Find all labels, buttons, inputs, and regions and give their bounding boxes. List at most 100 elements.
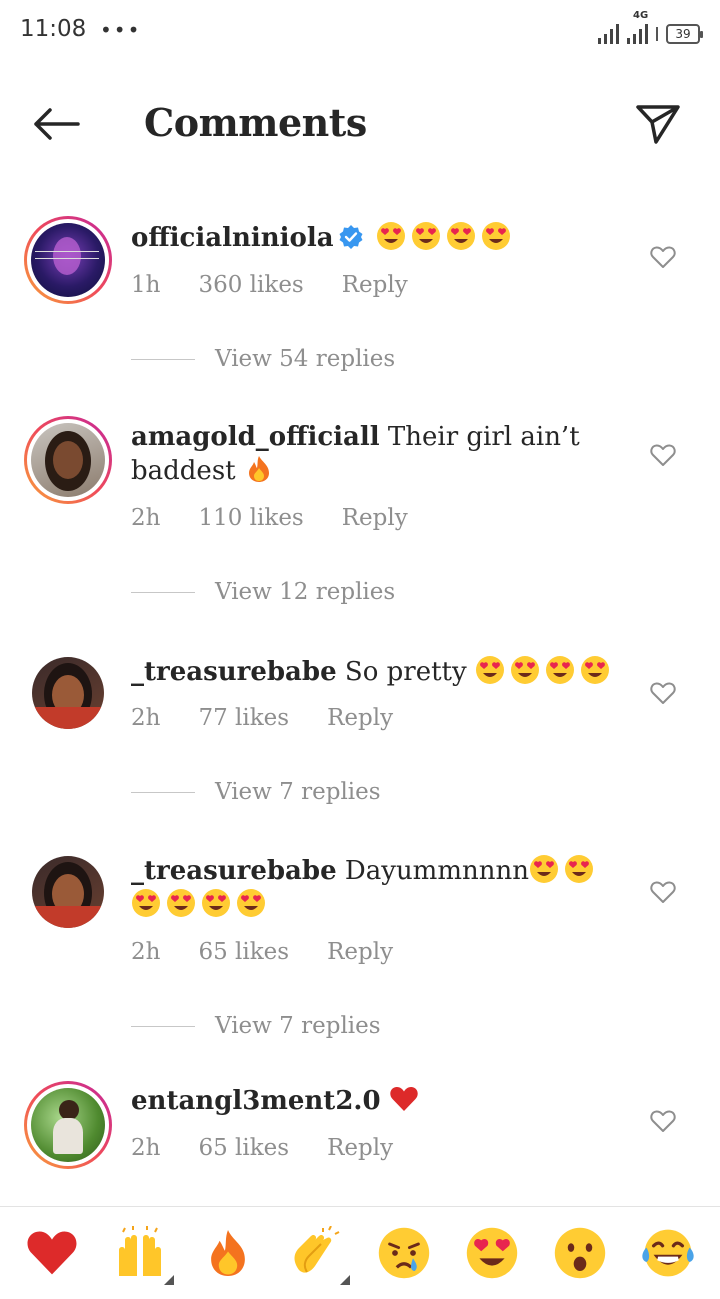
comment-username[interactable]: _treasurebabe: [131, 856, 337, 886]
comment-time: 1h: [131, 272, 161, 298]
network-type: 4G: [633, 10, 649, 21]
share-button[interactable]: [632, 98, 684, 150]
divider-line: [131, 358, 195, 360]
avatar-image: [31, 423, 105, 497]
battery-icon: 39: [666, 24, 703, 44]
comment-username[interactable]: _treasurebabe: [131, 657, 337, 687]
avatar[interactable]: [24, 1081, 112, 1169]
comment-message: [381, 1086, 389, 1116]
heart-eyes-emoji-icon: [475, 656, 504, 684]
fire-emoji-icon: [248, 456, 269, 482]
comment-meta: 1h 360 likes Reply: [131, 272, 446, 298]
view-replies-label: View 54 replies: [215, 346, 396, 372]
view-replies-button[interactable]: View 54 replies: [131, 346, 395, 372]
status-icons: 4G 39: [598, 10, 703, 44]
long-press-indicator: [340, 1275, 350, 1285]
divider-line: [131, 1025, 195, 1027]
reaction-tears-of-joy-button[interactable]: [636, 1221, 700, 1285]
avatar[interactable]: [32, 856, 104, 928]
comment-text: _treasurebabe Dayummnnnn: [131, 854, 621, 922]
like-button[interactable]: [648, 678, 678, 708]
avatar[interactable]: [24, 416, 112, 504]
reply-button[interactable]: Reply: [327, 1135, 393, 1161]
tears-of-joy-face-icon: [642, 1229, 694, 1277]
view-replies-label: View 7 replies: [215, 779, 381, 805]
like-button[interactable]: [648, 877, 678, 907]
reaction-crying-face-button[interactable]: [372, 1221, 436, 1285]
heart-eyes-emoji-icon: [202, 889, 230, 917]
heart-eyes-emoji-icon: [132, 889, 160, 917]
fire-icon: [211, 1230, 245, 1276]
like-button[interactable]: [648, 242, 678, 272]
verified-badge-icon: [339, 225, 363, 249]
reaction-red-heart-button[interactable]: [20, 1221, 84, 1285]
back-button[interactable]: [28, 98, 84, 150]
signal-4g-icon: 4G: [627, 10, 648, 44]
reaction-fire-button[interactable]: [196, 1221, 260, 1285]
arrow-left-icon: [34, 108, 80, 140]
view-replies-button[interactable]: View 7 replies: [131, 1013, 381, 1039]
view-replies-label: View 12 replies: [215, 579, 396, 605]
heart-eyes-emoji-icon: [411, 222, 440, 250]
heart-eyes-emoji-icon: [580, 656, 609, 684]
comment-username[interactable]: amagold_officiall: [131, 422, 380, 452]
avatar-image: [31, 223, 105, 297]
view-replies-button[interactable]: View 7 replies: [131, 779, 381, 805]
page-title: Comments: [144, 100, 367, 145]
comment-username[interactable]: officialniniola: [131, 223, 334, 253]
red-heart-emoji-icon: [390, 1086, 418, 1111]
like-button[interactable]: [648, 440, 678, 470]
reply-button[interactable]: Reply: [327, 939, 393, 965]
status-bar: 11:08 ••• 4G 39: [0, 0, 720, 64]
reply-button[interactable]: Reply: [327, 705, 393, 731]
comment-item: amagold_officiall Their girl ain’t badde…: [0, 416, 720, 646]
comment-likes[interactable]: 360 likes: [198, 272, 303, 298]
heart-eyes-emoji-icon: [545, 656, 574, 684]
heart-eyes-emoji-icon: [237, 889, 265, 917]
like-button[interactable]: [648, 1106, 678, 1136]
reaction-surprised-face-button[interactable]: [548, 1221, 612, 1285]
comment-time: 2h: [131, 505, 161, 531]
paper-plane-icon: [636, 105, 680, 144]
comment-meta: 2h 110 likes Reply: [131, 505, 446, 531]
heart-eyes-emoji-icon: [376, 222, 405, 250]
comment-likes[interactable]: 77 likes: [198, 705, 289, 731]
signal-icon: [598, 20, 619, 44]
comment-text: _treasurebabe So pretty: [131, 655, 621, 689]
avatar[interactable]: [24, 216, 112, 304]
comment-likes[interactable]: 65 likes: [198, 1135, 289, 1161]
heart-eyes-emoji-icon: [564, 855, 593, 883]
comment-time: 2h: [131, 939, 161, 965]
comment-username[interactable]: entangl3ment2.0: [131, 1086, 381, 1116]
crying-face-icon: [378, 1227, 430, 1279]
red-heart-icon: [27, 1231, 77, 1275]
comment-item: _treasurebabe So pretty 2h 77 likes Repl…: [0, 654, 720, 854]
reply-button[interactable]: Reply: [342, 505, 408, 531]
reaction-clapping-hands-button[interactable]: [284, 1221, 350, 1285]
status-time: 11:08: [20, 16, 87, 42]
view-replies-label: View 7 replies: [215, 1013, 381, 1039]
heart-outline-icon: [650, 246, 676, 268]
avatar[interactable]: [32, 657, 104, 729]
raising-hands-icon: [119, 1226, 161, 1276]
battery-level: 39: [675, 27, 691, 41]
comment-likes[interactable]: 110 likes: [198, 505, 303, 531]
comment-likes[interactable]: 65 likes: [198, 939, 289, 965]
clapping-hands-icon: [294, 1226, 340, 1273]
comment-meta: 2h 65 likes Reply: [131, 939, 431, 965]
comment-text: entangl3ment2.0: [131, 1084, 621, 1118]
header: Comments: [0, 64, 720, 184]
comment-item: _treasurebabe Dayummnnnn 2h 65 likes Rep…: [0, 853, 720, 1083]
view-replies-button[interactable]: View 12 replies: [131, 579, 395, 605]
reaction-heart-eyes-button[interactable]: [460, 1221, 524, 1285]
heart-eyes-emoji-icon: [481, 222, 510, 250]
divider-line: [131, 591, 195, 593]
reaction-raising-hands-button[interactable]: [108, 1221, 174, 1285]
heart-eyes-emoji-icon: [167, 889, 195, 917]
reply-button[interactable]: Reply: [342, 272, 408, 298]
battery-divider: [656, 27, 658, 41]
comment-text: amagold_officiall Their girl ain’t badde…: [131, 420, 621, 488]
surprised-face-icon: [554, 1227, 606, 1279]
comment-item: entangl3ment2.0 2h 65 likes Reply: [0, 1081, 720, 1201]
comment-time: 2h: [131, 705, 161, 731]
